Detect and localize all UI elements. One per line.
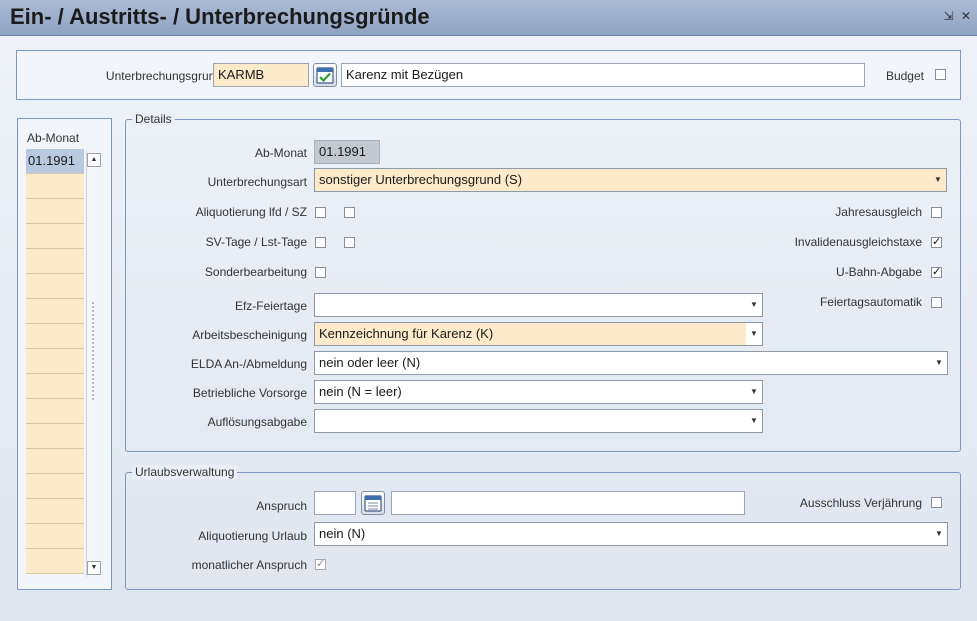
anspruch-input[interactable] — [314, 491, 356, 515]
window-controls[interactable]: ⇲ ✕ — [944, 9, 973, 23]
title-bar: Ein- / Austritts- / Unterbrechungsgründe… — [0, 0, 977, 36]
chevron-down-icon[interactable]: ▼ — [931, 523, 947, 545]
aliquotierung-urlaub-label: Aliquotierung Urlaub — [198, 529, 307, 543]
vorsorge-label: Betriebliche Vorsorge — [192, 386, 307, 400]
ubahn-label: U-Bahn-Abgabe — [835, 265, 922, 279]
arbeitsbescheinigung-value: Kennzeichnung für Karenz (K) — [319, 326, 494, 341]
list-item-empty[interactable] — [26, 324, 84, 349]
aliquotierung-lfd-checkbox[interactable] — [315, 207, 326, 218]
list-item-empty[interactable] — [26, 524, 84, 549]
monatlich-checkbox[interactable]: ✓ — [315, 559, 326, 570]
chevron-down-icon[interactable]: ▼ — [746, 323, 762, 345]
scroll-up-icon[interactable]: ▲ — [87, 153, 101, 167]
urlaub-fieldset: Urlaubsverwaltung Anspruch Ausschluss Ve… — [125, 465, 961, 590]
feiertagsautomatik-checkbox[interactable] — [931, 297, 942, 308]
unterbrechungsart-select[interactable]: sonstiger Unterbrechungsgrund (S) ▼ — [314, 168, 947, 192]
aliquotierung-label: Aliquotierung lfd / SZ — [195, 205, 307, 219]
calendar-icon — [364, 495, 382, 512]
ab-monat-label: Ab-Monat — [254, 146, 307, 160]
urlaub-legend: Urlaubsverwaltung — [132, 465, 238, 479]
month-list-scrollbar[interactable]: ▲ ▼ — [86, 151, 101, 577]
ubahn-checkbox[interactable]: ✓ — [931, 267, 942, 278]
month-list[interactable]: 01.1991 — [26, 149, 84, 574]
unterbrechungsart-label: Unterbrechungsart — [207, 175, 307, 189]
list-item-empty[interactable] — [26, 299, 84, 324]
invaliden-checkbox[interactable]: ✓ — [931, 237, 942, 248]
list-item-empty[interactable] — [26, 424, 84, 449]
svtage-checkbox[interactable] — [315, 237, 326, 248]
vorsorge-select[interactable]: nein (N = leer) ▼ — [314, 380, 763, 404]
list-item-empty[interactable] — [26, 349, 84, 374]
unterbrechungsart-value: sonstiger Unterbrechungsgrund (S) — [319, 172, 523, 187]
scroll-down-icon[interactable]: ▼ — [87, 561, 101, 575]
aliquotierung-urlaub-value: nein (N) — [319, 526, 366, 541]
jahresausgleich-label: Jahresausgleich — [835, 205, 922, 219]
arbeitsbescheinigung-select[interactable]: Kennzeichnung für Karenz (K) ▼ — [314, 322, 763, 346]
month-list-header: Ab-Monat — [27, 131, 80, 145]
chevron-down-icon[interactable]: ▼ — [931, 352, 947, 374]
lsttage-checkbox[interactable] — [344, 237, 355, 248]
details-fieldset: Details Ab-Monat 01.1991 Unterbrechungsa… — [125, 112, 961, 452]
list-item-empty[interactable] — [26, 549, 84, 574]
list-item-empty[interactable] — [26, 274, 84, 299]
vorsorge-value: nein (N = leer) — [319, 384, 402, 399]
aliquotierung-urlaub-select[interactable]: nein (N) ▼ — [314, 522, 948, 546]
list-item-empty[interactable] — [26, 224, 84, 249]
window-title: Ein- / Austritts- / Unterbrechungsgründe — [10, 4, 430, 29]
ausschluss-checkbox[interactable] — [931, 497, 942, 508]
sonderbearbeitung-label: Sonderbearbeitung — [204, 265, 307, 279]
efz-select[interactable]: ▼ — [314, 293, 763, 317]
ab-monat-field: 01.1991 — [314, 140, 380, 164]
list-item-empty[interactable] — [26, 249, 84, 274]
check-calendar-icon — [316, 67, 334, 84]
aufloesung-label: Auflösungsabgabe — [207, 415, 307, 429]
chevron-down-icon[interactable]: ▼ — [930, 169, 946, 191]
confirm-button[interactable] — [313, 63, 337, 87]
list-item-empty[interactable] — [26, 174, 84, 199]
unterbrechungsgrund-label: Unterbrechungsgrund — [105, 69, 222, 83]
calendar-button[interactable] — [361, 491, 385, 515]
budget-label: Budget — [885, 69, 924, 83]
budget-checkbox[interactable] — [935, 69, 946, 80]
header-panel: Unterbrechungsgrund KARMB Karenz mit Bez… — [16, 50, 961, 100]
list-item-empty[interactable] — [26, 199, 84, 224]
ausschluss-label: Ausschluss Verjährung — [799, 496, 922, 510]
svtage-label: SV-Tage / Lst-Tage — [205, 235, 307, 249]
chevron-down-icon[interactable]: ▼ — [746, 410, 762, 432]
list-item-empty[interactable] — [26, 474, 84, 499]
unterbrechungsgrund-text-input[interactable]: Karenz mit Bezügen — [341, 63, 865, 87]
aufloesung-select[interactable]: ▼ — [314, 409, 763, 433]
list-item-empty[interactable] — [26, 374, 84, 399]
anspruch-label: Anspruch — [256, 499, 307, 513]
jahresausgleich-checkbox[interactable] — [931, 207, 942, 218]
chevron-down-icon[interactable]: ▼ — [746, 381, 762, 403]
monatlich-label: monatlicher Anspruch — [191, 558, 307, 572]
elda-label: ELDA An-/Abmeldung — [190, 357, 307, 371]
scroll-grip[interactable] — [91, 301, 96, 401]
invaliden-label: Invalidenausgleichstaxe — [794, 235, 922, 249]
anspruch-text-input[interactable] — [391, 491, 745, 515]
list-item[interactable]: 01.1991 — [26, 149, 84, 174]
feiertagsautomatik-label: Feiertagsautomatik — [819, 295, 922, 309]
list-item-empty[interactable] — [26, 399, 84, 424]
efz-label: Efz-Feiertage — [234, 299, 307, 313]
aliquotierung-sz-checkbox[interactable] — [344, 207, 355, 218]
arbeitsbescheinigung-label: Arbeitsbescheinigung — [192, 328, 307, 342]
list-item-empty[interactable] — [26, 499, 84, 524]
list-item-empty[interactable] — [26, 449, 84, 474]
chevron-down-icon[interactable]: ▼ — [746, 294, 762, 316]
sonderbearbeitung-checkbox[interactable] — [315, 267, 326, 278]
elda-select[interactable]: nein oder leer (N) ▼ — [314, 351, 948, 375]
unterbrechungsgrund-code-input[interactable]: KARMB — [213, 63, 309, 87]
elda-value: nein oder leer (N) — [319, 355, 421, 370]
main-content: Unterbrechungsgrund KARMB Karenz mit Bez… — [0, 36, 977, 621]
details-legend: Details — [132, 112, 175, 126]
month-list-panel: Ab-Monat 01.1991 ▲ ▼ — [17, 118, 112, 590]
